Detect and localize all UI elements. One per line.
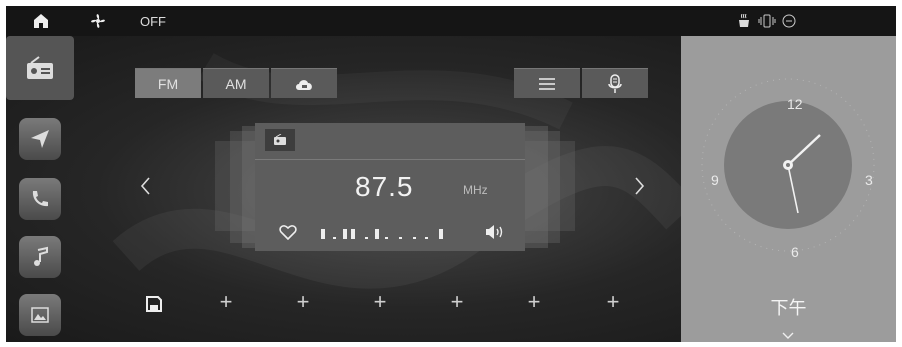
signal-strength-bar (321, 229, 443, 239)
preset-slot-3[interactable]: + (370, 291, 390, 313)
phone-icon (32, 191, 48, 207)
sidebar-item-gallery[interactable] (19, 294, 61, 336)
radio-icon (27, 56, 53, 79)
status-icon-group (736, 13, 796, 29)
previous-station-arrow[interactable] (139, 176, 153, 196)
preset-slot-1[interactable]: + (216, 291, 236, 313)
station-tag (265, 129, 295, 151)
cloud-radio-icon (296, 79, 312, 90)
chevron-down-icon[interactable] (781, 332, 795, 340)
auto-icon[interactable] (782, 14, 796, 28)
preset-slot-5[interactable]: + (524, 291, 544, 313)
sidebar-item-phone[interactable] (19, 178, 61, 220)
sidebar-item-navigation[interactable] (19, 118, 61, 160)
speaker-icon[interactable] (485, 224, 505, 240)
sidebar-item-radio[interactable] (6, 36, 74, 100)
frequency-display: 87.5 (355, 171, 414, 202)
station-list-button[interactable] (514, 68, 580, 98)
radio-tag-icon (274, 134, 286, 145)
navigation-icon (31, 130, 49, 148)
list-icon (539, 77, 555, 90)
tab-am[interactable]: AM (203, 68, 269, 98)
next-station-arrow[interactable] (632, 176, 646, 196)
frequency-unit: MHz (463, 183, 488, 197)
music-icon (34, 246, 48, 266)
cloud-radio-button[interactable] (271, 68, 337, 98)
voice-button[interactable] (582, 68, 648, 98)
time-period-label: 下午 (770, 298, 807, 318)
preset-slot-4[interactable]: + (447, 291, 467, 313)
preset-slot-6[interactable]: + (603, 291, 623, 313)
save-icon[interactable] (146, 296, 162, 312)
preset-slot-2[interactable]: + (293, 291, 313, 313)
station-card[interactable]: 87.5 MHz (255, 123, 525, 251)
clock-number-3: 3 (865, 172, 873, 188)
status-bar: OFF (6, 6, 896, 36)
home-icon[interactable] (32, 12, 50, 30)
clock-number-6: 6 (791, 244, 799, 260)
sidebar (6, 36, 74, 342)
seat-heat-icon[interactable] (736, 14, 752, 28)
sidebar-item-music[interactable] (19, 236, 61, 278)
radio-screen: OFF FM AM 87.5 MHz + + + + + + 12 3 6 9 … (6, 6, 896, 342)
tab-fm[interactable]: FM (135, 68, 201, 98)
hvac-status-text[interactable]: OFF (140, 14, 166, 29)
station-card-divider (255, 159, 525, 160)
clock-panel: 12 3 6 9 下午 (681, 36, 896, 342)
clock-number-12: 12 (787, 96, 803, 112)
clock-number-9: 9 (711, 172, 719, 188)
vibration-icon[interactable] (758, 14, 776, 28)
heart-icon[interactable] (279, 224, 297, 240)
fan-icon[interactable] (88, 11, 108, 31)
voice-icon (608, 73, 622, 93)
gallery-icon (31, 307, 49, 323)
